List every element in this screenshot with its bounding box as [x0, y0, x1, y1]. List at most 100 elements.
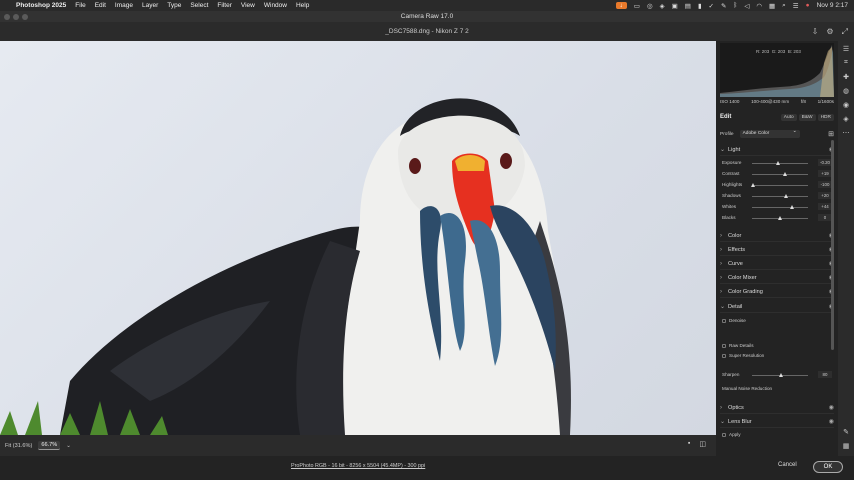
grid-icon[interactable]: ▦: [843, 442, 850, 450]
section-lens-blur[interactable]: ⌄ Lens Blur ◉: [720, 416, 834, 428]
raw-details-checkbox[interactable]: Raw Details: [722, 343, 754, 348]
shadows-slider[interactable]: Shadows +20: [722, 191, 832, 201]
zoom-window-button[interactable]: [22, 14, 28, 20]
shield-icon[interactable]: ◈: [660, 2, 665, 10]
eyedropper-icon[interactable]: ✎: [843, 428, 849, 436]
contrast-value[interactable]: +19: [818, 170, 832, 177]
display-icon[interactable]: ▦: [769, 2, 775, 10]
gear-icon[interactable]: ⚙: [826, 22, 833, 41]
brush-icon[interactable]: ✎: [721, 2, 726, 10]
super-resolution-checkbox[interactable]: Super Resolution: [722, 353, 764, 358]
checkbox-box[interactable]: [722, 318, 726, 323]
image-preview[interactable]: [0, 41, 716, 435]
speaker-icon[interactable]: ◁: [744, 2, 749, 10]
section-color[interactable]: › Color ◉: [720, 230, 834, 242]
user-avatar-icon[interactable]: ●: [806, 2, 810, 9]
contrast-slider[interactable]: Contrast +19: [722, 169, 832, 179]
checkbox-box[interactable]: [722, 343, 726, 348]
menu-filter[interactable]: Filter: [217, 2, 231, 9]
slider-knob[interactable]: [750, 183, 755, 187]
bw-button[interactable]: B&W: [798, 113, 816, 121]
section-curve[interactable]: › Curve ◉: [720, 258, 834, 270]
save-icon[interactable]: ⇩: [812, 22, 819, 41]
section-color-grading[interactable]: › Color Grading ◉: [720, 286, 834, 298]
slider-knob[interactable]: [777, 216, 782, 220]
hdr-button[interactable]: HDR: [817, 113, 834, 121]
sliders-icon[interactable]: ☰: [843, 45, 849, 53]
eye-icon[interactable]: ◉: [829, 404, 834, 411]
clock[interactable]: Nov 9 2:17: [817, 2, 848, 9]
menu-layer[interactable]: Layer: [142, 2, 158, 9]
record-icon[interactable]: ↓: [615, 2, 627, 9]
slider-track[interactable]: [752, 172, 808, 176]
sharpen-slider[interactable]: Sharpen 80: [722, 370, 832, 380]
heal-icon[interactable]: ✚: [843, 73, 849, 81]
app-icon[interactable]: ▣: [672, 2, 678, 10]
shadows-value[interactable]: +20: [818, 192, 832, 199]
battery-icon[interactable]: ▮: [698, 2, 702, 10]
masking-icon[interactable]: ◍: [843, 87, 849, 95]
menu-window[interactable]: Window: [264, 2, 287, 9]
slider-track[interactable]: [752, 216, 808, 220]
wifi-icon[interactable]: ◠: [756, 2, 762, 10]
check-icon[interactable]: ✓: [709, 2, 714, 10]
control-center-icon[interactable]: ☰: [793, 2, 799, 10]
whites-slider[interactable]: Whites +44: [722, 202, 832, 212]
close-window-button[interactable]: [4, 14, 10, 20]
section-light[interactable]: ⌄ Light ◉: [720, 144, 834, 156]
menu-view[interactable]: View: [241, 2, 255, 9]
slider-track[interactable]: [752, 205, 808, 209]
menu-edit[interactable]: Edit: [95, 2, 106, 9]
more-icon[interactable]: ⋯: [843, 129, 850, 137]
slider-knob[interactable]: [775, 161, 780, 165]
eye-icon[interactable]: ◉: [829, 418, 834, 425]
section-color-mixer[interactable]: › Color Mixer ◉: [720, 272, 834, 284]
minimize-window-button[interactable]: [13, 14, 19, 20]
filmstrip-icon[interactable]: ▪: [688, 440, 690, 448]
chevron-down-icon[interactable]: ⌄: [66, 443, 71, 449]
creative-cloud-icon[interactable]: ◎: [647, 2, 653, 10]
before-after-icon[interactable]: ◫: [699, 440, 706, 448]
profile-browser-icon[interactable]: ⊞: [828, 130, 834, 138]
blacks-slider[interactable]: Blacks 0: [722, 213, 832, 223]
exposure-value[interactable]: -0.20: [818, 159, 832, 166]
exposure-slider[interactable]: Exposure -0.20: [722, 158, 832, 168]
bluetooth-icon[interactable]: ᛒ: [733, 2, 737, 9]
manual-noise-reduction-toggle[interactable]: Manual Noise Reduction: [722, 386, 772, 391]
panel-scrollbar[interactable]: [831, 140, 834, 350]
workflow-options-link[interactable]: ProPhoto RGB - 16 bit - 8256 x 5504 (45.…: [291, 463, 425, 469]
slider-track[interactable]: [752, 194, 808, 198]
zoom-level-select[interactable]: 66.7%: [38, 441, 61, 450]
slider-track[interactable]: [750, 183, 808, 187]
slider-knob[interactable]: [784, 194, 789, 198]
fit-zoom-option[interactable]: Fit (31.6%): [5, 443, 32, 449]
ok-button[interactable]: OK: [813, 461, 843, 473]
denoise-checkbox[interactable]: Denoise: [722, 318, 746, 323]
highlights-value[interactable]: -100: [818, 181, 832, 188]
slider-track[interactable]: [752, 161, 808, 165]
cancel-button[interactable]: Cancel: [778, 462, 797, 468]
crop-icon[interactable]: ⌗: [844, 59, 848, 67]
slider-knob[interactable]: [789, 205, 794, 209]
blacks-value[interactable]: 0: [818, 214, 832, 221]
histogram[interactable]: R: 203 G: 203 B: 203: [720, 43, 834, 97]
sharpen-value[interactable]: 80: [818, 371, 832, 378]
fullscreen-icon[interactable]: ⤢: [842, 22, 848, 41]
search-icon[interactable]: ⌕: [782, 2, 786, 10]
slider-knob[interactable]: [779, 373, 784, 377]
menu-help[interactable]: Help: [296, 2, 309, 9]
section-detail[interactable]: ⌄ Detail ◉: [720, 301, 834, 313]
presets-icon[interactable]: ◈: [843, 115, 848, 123]
whites-value[interactable]: +44: [818, 203, 832, 210]
menu-app-name[interactable]: Photoshop 2025: [16, 2, 66, 9]
checkbox-box[interactable]: [722, 432, 726, 437]
menu-file[interactable]: File: [75, 2, 85, 9]
menu-type[interactable]: Type: [167, 2, 181, 9]
profile-select[interactable]: Adobe Color: [739, 128, 800, 138]
slider-knob[interactable]: [783, 172, 788, 176]
checkbox-box[interactable]: [722, 353, 726, 358]
section-optics[interactable]: › Optics ◉: [720, 402, 834, 414]
lens-blur-apply-checkbox[interactable]: Apply: [722, 432, 741, 437]
section-effects[interactable]: › Effects ◉: [720, 244, 834, 256]
screen-icon[interactable]: ▭: [634, 2, 640, 10]
